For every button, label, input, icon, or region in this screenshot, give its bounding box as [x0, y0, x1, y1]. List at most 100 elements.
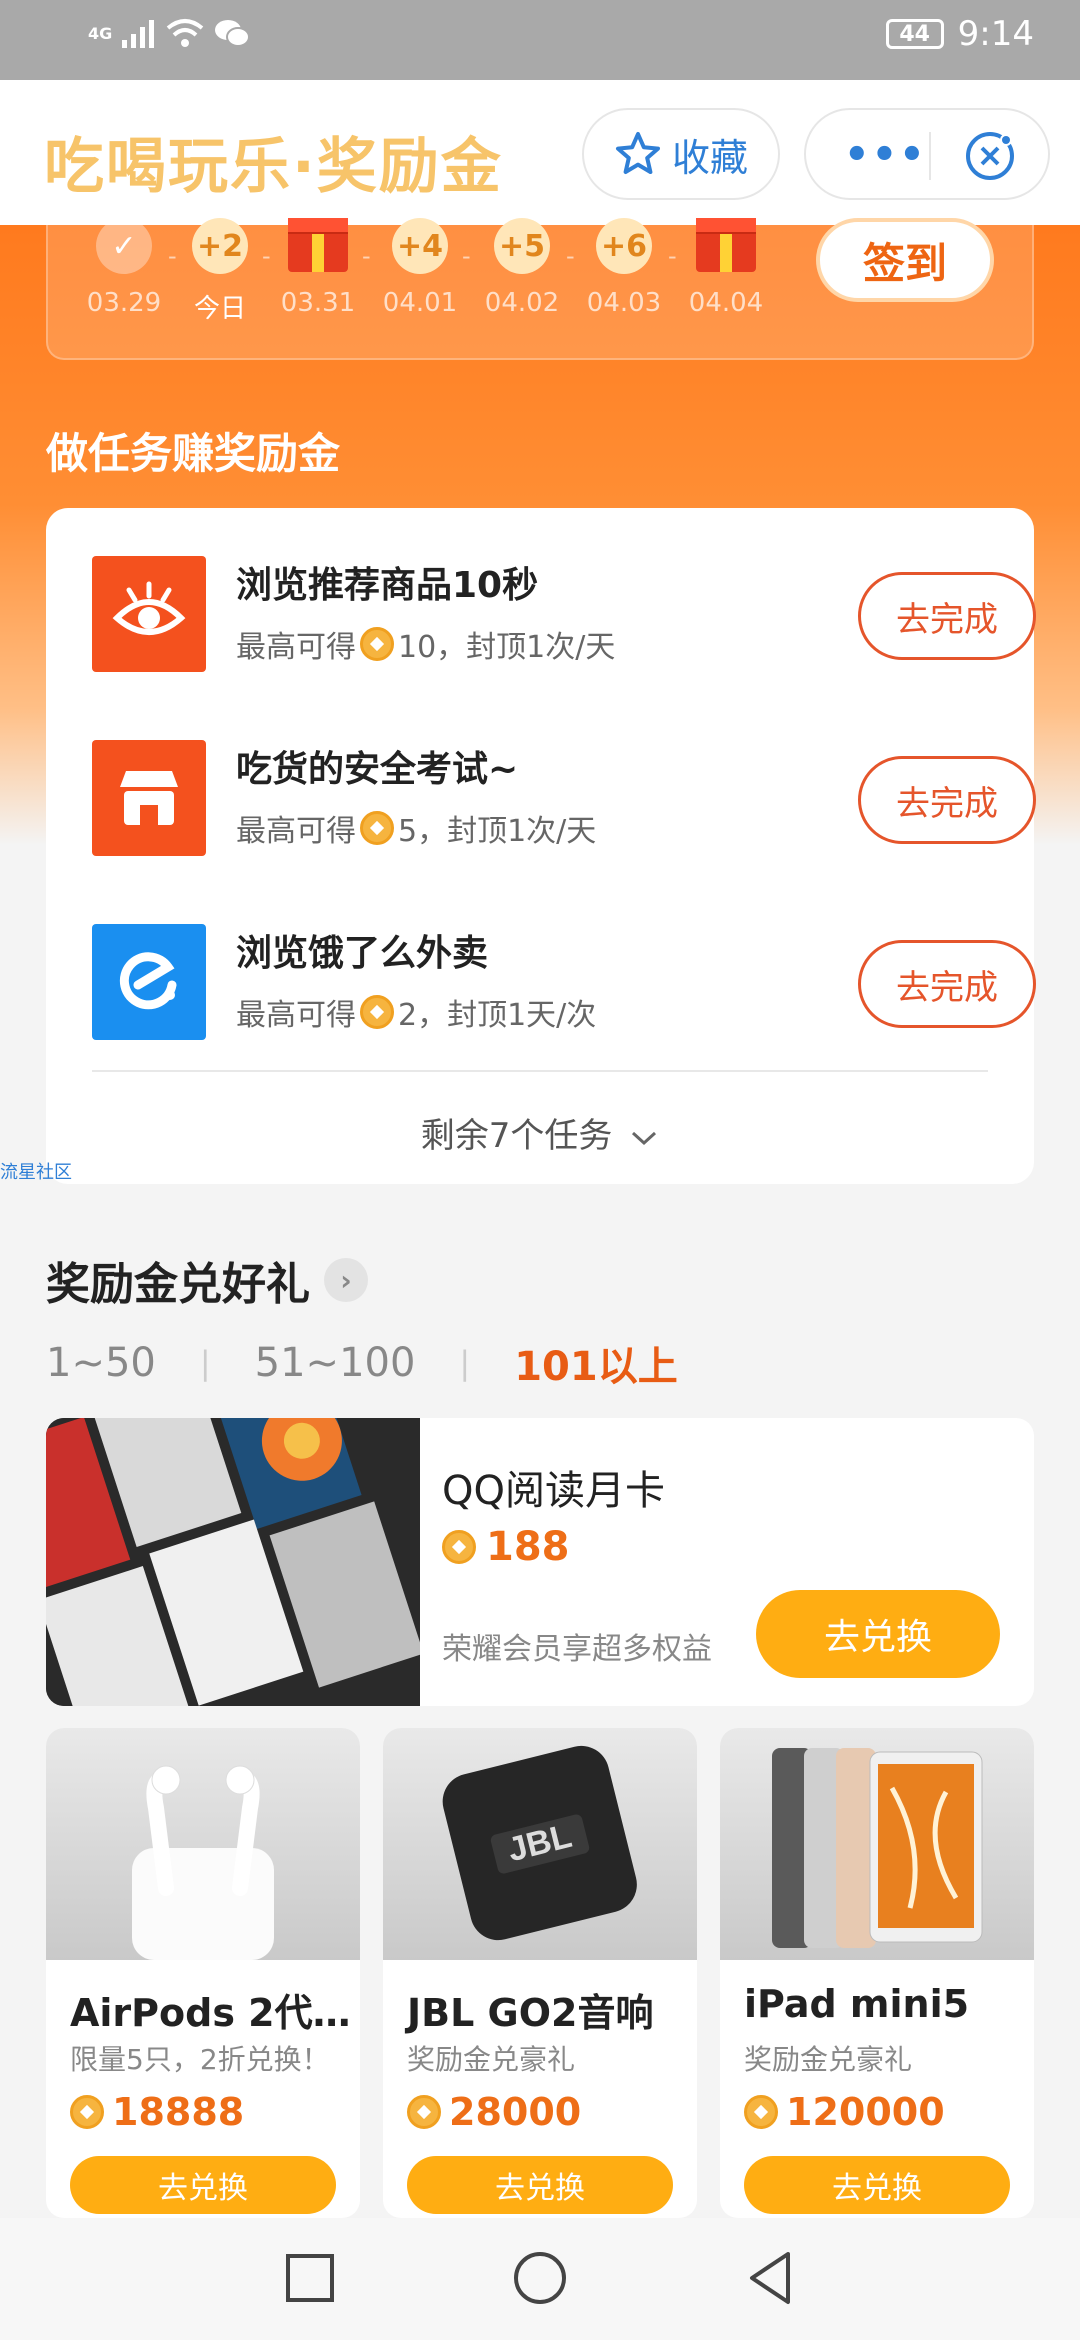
- rewards-section-title[interactable]: 奖励金兑好礼 ›: [46, 1248, 368, 1312]
- star-icon: [615, 132, 660, 174]
- reward-badge: +5: [494, 218, 550, 274]
- range-tab-51-100[interactable]: 51~100: [255, 1340, 416, 1386]
- checkin-date: 今日: [193, 294, 246, 324]
- signal-icon: [122, 20, 155, 48]
- eye-icon: [92, 556, 206, 672]
- checkin-date: 04.01: [382, 288, 458, 318]
- divider: -: [462, 242, 471, 270]
- featured-name: QQ阅读月卡: [442, 1468, 665, 1514]
- range-tab-1-50[interactable]: 1~50: [46, 1340, 156, 1386]
- show-more-label: 剩余7个任务: [420, 1116, 613, 1156]
- redeem-button[interactable]: 去兑换: [744, 2156, 1010, 2214]
- favorite-label: 收藏: [671, 135, 748, 180]
- recents-button[interactable]: [280, 2248, 340, 2308]
- signin-button[interactable]: 签到: [816, 218, 994, 302]
- divider: |: [459, 1344, 471, 1382]
- featured-subtitle: 荣耀会员享超多权益: [442, 1632, 712, 1667]
- redeem-button[interactable]: 去兑换: [407, 2156, 673, 2214]
- chevron-down-icon: [632, 1131, 657, 1145]
- product-price: 18888: [70, 2090, 244, 2134]
- gift-icon: [288, 218, 348, 272]
- featured-price-value: 188: [486, 1524, 570, 1570]
- product-name: AirPods 2代…: [70, 1991, 351, 2035]
- checkin-day-3: +4 04.01: [370, 218, 470, 318]
- close-icon[interactable]: [962, 128, 1018, 184]
- checkin-date: 03.31: [280, 288, 356, 318]
- tasks-card: 浏览推荐商品10秒 最高可得 10，封顶1次/天 去完成 吃货的安全考试~ 最高…: [46, 508, 1036, 1184]
- check-icon: ✓: [96, 218, 152, 274]
- product-price: 120000: [744, 2090, 945, 2134]
- checkin-day-1: +2 今日: [170, 218, 270, 325]
- coin-icon: [360, 627, 394, 661]
- more-button[interactable]: •••: [844, 132, 927, 178]
- reward-badge: +6: [596, 218, 652, 274]
- product-price-value: 28000: [449, 2090, 582, 2134]
- tasks-section-title: 做任务赚奖励金: [46, 429, 341, 478]
- coin-icon: [360, 995, 394, 1029]
- task-desc: 最高可得 10，封顶1次/天: [236, 622, 615, 666]
- coin-icon: [70, 2095, 104, 2129]
- checkin-date: 04.03: [586, 288, 662, 318]
- checkin-day-4: +5 04.02: [472, 218, 572, 318]
- show-more-tasks[interactable]: 剩余7个任务: [46, 1108, 1034, 1157]
- divider: [92, 1070, 988, 1072]
- task-item: 吃货的安全考试~ 最高可得 5，封顶1次/天 去完成: [92, 736, 1036, 856]
- product-card-ipad[interactable]: iPad mini5 奖励金兑豪礼 120000 去兑换: [720, 1728, 1034, 2218]
- reward-badge: +2: [192, 218, 248, 274]
- page-title: 吃喝玩乐·奖励金: [44, 132, 503, 202]
- ipad-image: [720, 1728, 1034, 1960]
- checkin-day-5: +6 04.03: [574, 218, 674, 318]
- redeem-button[interactable]: 去兑换: [756, 1590, 1000, 1678]
- airpods-image: [46, 1728, 360, 1960]
- product-subtitle: 限量5只，2折兑换！: [70, 2043, 330, 2076]
- redeem-button[interactable]: 去兑换: [70, 2156, 336, 2214]
- divider: |: [199, 1344, 211, 1382]
- product-price: 28000: [407, 2090, 581, 2134]
- task-name: 吃货的安全考试~: [236, 749, 519, 790]
- task-item: 浏览饿了么外卖 最高可得 2，封顶1天/次 去完成: [92, 920, 1036, 1040]
- status-bar: 4G 44 9:14: [0, 0, 1080, 80]
- range-tab-101-plus[interactable]: 101以上: [514, 1334, 678, 1392]
- clock: 9:14: [957, 14, 1034, 54]
- coin-icon: [360, 811, 394, 845]
- coin-icon: [744, 2095, 778, 2129]
- task-reward: 5，封顶1次/天: [398, 814, 597, 849]
- task-desc-prefix: 最高可得: [236, 814, 356, 849]
- task-complete-button[interactable]: 去完成: [858, 572, 1036, 660]
- featured-price: 188: [442, 1524, 570, 1570]
- product-subtitle: 奖励金兑豪礼: [407, 2043, 576, 2076]
- task-item: 浏览推荐商品10秒 最高可得 10，封顶1次/天 去完成: [92, 552, 1036, 672]
- product-card-airpods[interactable]: AirPods 2代… 限量5只，2折兑换！ 18888 去兑换: [46, 1728, 360, 2218]
- home-button[interactable]: [510, 2248, 570, 2308]
- product-subtitle: 奖励金兑豪礼: [744, 2043, 913, 2076]
- featured-reward-card[interactable]: QQ阅读月卡 188 荣耀会员享超多权益 去兑换: [46, 1418, 1034, 1706]
- task-complete-button[interactable]: 去完成: [858, 756, 1036, 844]
- task-desc-prefix: 最高可得: [236, 630, 356, 665]
- task-desc: 最高可得 2，封顶1天/次: [236, 990, 596, 1034]
- wechat-icon: [215, 20, 251, 47]
- book-covers-image: [46, 1418, 420, 1706]
- status-icons-right: 44 9:14: [885, 14, 1034, 54]
- capsule-menu: •••: [804, 108, 1050, 200]
- favorite-button[interactable]: 收藏: [582, 108, 780, 200]
- reward-badge: +4: [392, 218, 448, 274]
- coin-icon: [407, 2095, 441, 2129]
- checkin-date: 04.04: [688, 288, 764, 318]
- checkin-date: 04.02: [484, 288, 560, 318]
- jbl-speaker-image: JBL: [383, 1728, 697, 1960]
- system-nav-bar: [0, 2218, 1080, 2340]
- task-name: 浏览推荐商品10秒: [236, 565, 539, 606]
- back-button[interactable]: [740, 2248, 800, 2308]
- product-name: iPad mini5: [744, 1982, 970, 2026]
- task-reward: 2，封顶1天/次: [398, 998, 597, 1033]
- checkin-day-2: 03.31: [268, 218, 368, 318]
- product-card-jbl[interactable]: JBL JBL GO2音响 奖励金兑豪礼 28000 去兑换: [383, 1728, 697, 2218]
- task-complete-button[interactable]: 去完成: [858, 940, 1036, 1028]
- wifi-icon: [166, 19, 204, 47]
- network-type: 4G: [88, 23, 113, 43]
- checkin-day-6: 04.04: [676, 218, 776, 318]
- coin-icon: [442, 1530, 476, 1564]
- product-price-value: 120000: [786, 2090, 945, 2134]
- gift-icon: [696, 218, 756, 272]
- chevron-right-icon: ›: [324, 1258, 368, 1302]
